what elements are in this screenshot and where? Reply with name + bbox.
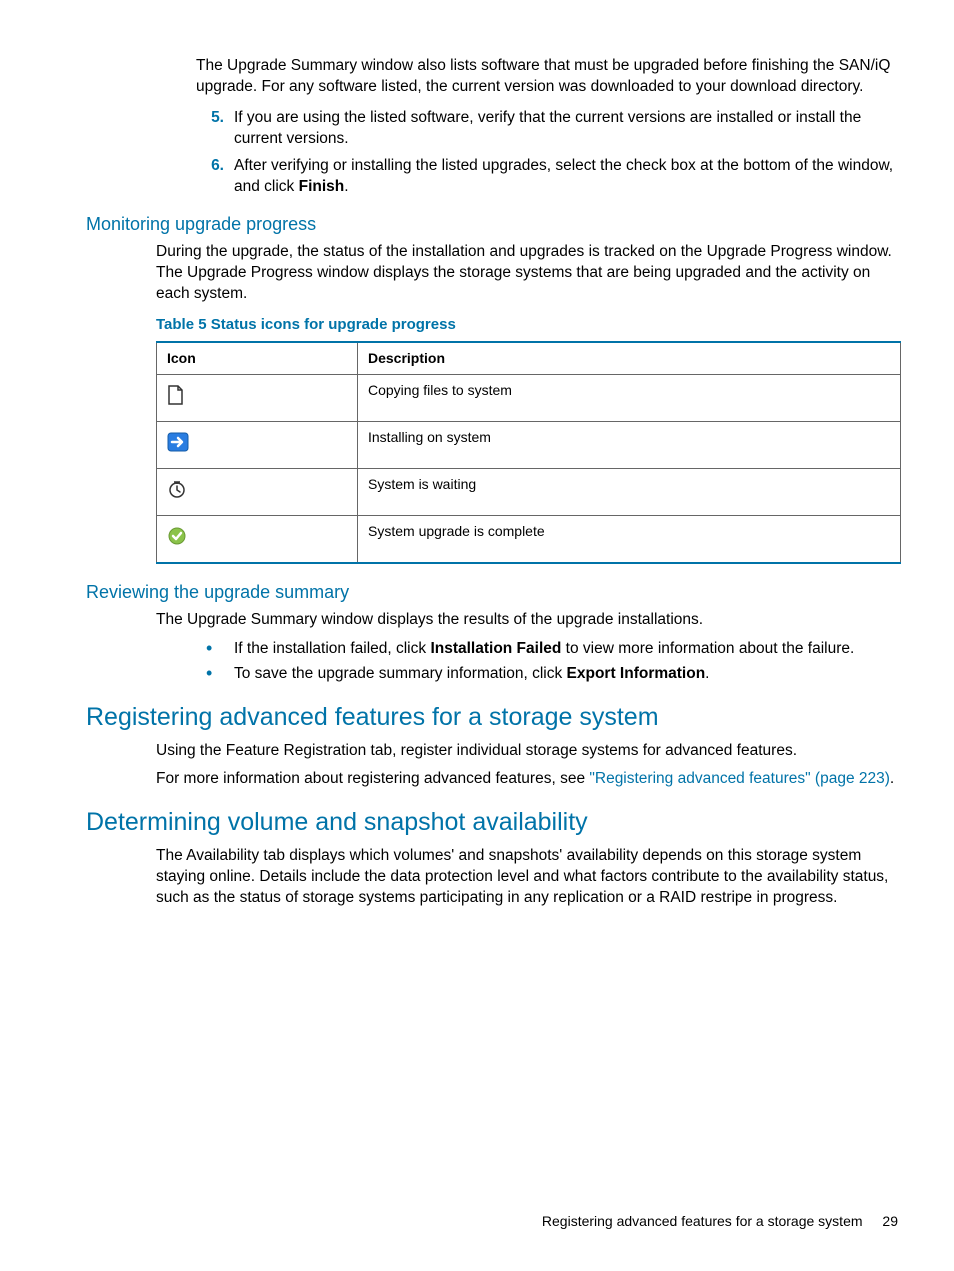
waiting-clock-icon	[167, 479, 187, 504]
table-row: System is waiting	[157, 468, 901, 515]
text: For more information about registering a…	[156, 770, 589, 787]
xref-registering-advanced-features[interactable]: "Registering advanced features" (page 22…	[589, 770, 890, 787]
register-paragraph: For more information about registering a…	[156, 769, 898, 790]
step-text: .	[344, 178, 348, 195]
finish-label: Finish	[299, 178, 345, 195]
step-5: 5. If you are using the listed software,…	[196, 108, 898, 150]
step-number: 6.	[196, 156, 224, 177]
th-description: Description	[358, 342, 901, 374]
bullet-text: If the installation failed, click	[234, 640, 430, 657]
heading-monitoring: Monitoring upgrade progress	[86, 212, 898, 236]
page-footer: Registering advanced features for a stor…	[542, 1212, 898, 1231]
step-6: 6. After verifying or installing the lis…	[196, 156, 898, 198]
th-icon: Icon	[157, 342, 358, 374]
determine-paragraph: The Availability tab displays which volu…	[156, 846, 898, 909]
page-number: 29	[882, 1213, 898, 1229]
monitoring-paragraph: During the upgrade, the status of the in…	[156, 242, 898, 305]
bullet-text: .	[705, 665, 709, 682]
cell-description: Copying files to system	[358, 374, 901, 421]
intro-paragraph: The Upgrade Summary window also lists so…	[196, 56, 898, 98]
review-paragraph: The Upgrade Summary window displays the …	[156, 610, 898, 631]
text: .	[890, 770, 894, 787]
heading-registering: Registering advanced features for a stor…	[86, 701, 898, 735]
file-copy-icon	[167, 385, 185, 410]
install-arrow-icon	[167, 432, 189, 457]
table-row: System upgrade is complete	[157, 515, 901, 563]
complete-check-icon	[167, 526, 187, 551]
step-text: If you are using the listed software, ve…	[234, 109, 861, 147]
register-paragraph: Using the Feature Registration tab, regi…	[156, 741, 898, 762]
heading-determining: Determining volume and snapshot availabi…	[86, 806, 898, 840]
cell-description: Installing on system	[358, 421, 901, 468]
list-item: To save the upgrade summary information,…	[196, 664, 898, 685]
review-bullets: If the installation failed, click Instal…	[56, 639, 898, 685]
installation-failed-label: Installation Failed	[430, 640, 561, 657]
numbered-steps: 5. If you are using the listed software,…	[56, 108, 898, 198]
list-item: If the installation failed, click Instal…	[196, 639, 898, 660]
table-row: Installing on system	[157, 421, 901, 468]
table-row: Copying files to system	[157, 374, 901, 421]
bullet-text: to view more information about the failu…	[561, 640, 854, 657]
table-caption: Table 5 Status icons for upgrade progres…	[156, 315, 898, 335]
cell-description: System upgrade is complete	[358, 515, 901, 563]
export-information-label: Export Information	[567, 665, 706, 682]
heading-reviewing: Reviewing the upgrade summary	[86, 580, 898, 604]
bullet-text: To save the upgrade summary information,…	[234, 665, 567, 682]
status-icons-table: Icon Description Copying files to system…	[156, 341, 901, 564]
step-number: 5.	[196, 108, 224, 129]
cell-description: System is waiting	[358, 468, 901, 515]
footer-text: Registering advanced features for a stor…	[542, 1213, 863, 1229]
